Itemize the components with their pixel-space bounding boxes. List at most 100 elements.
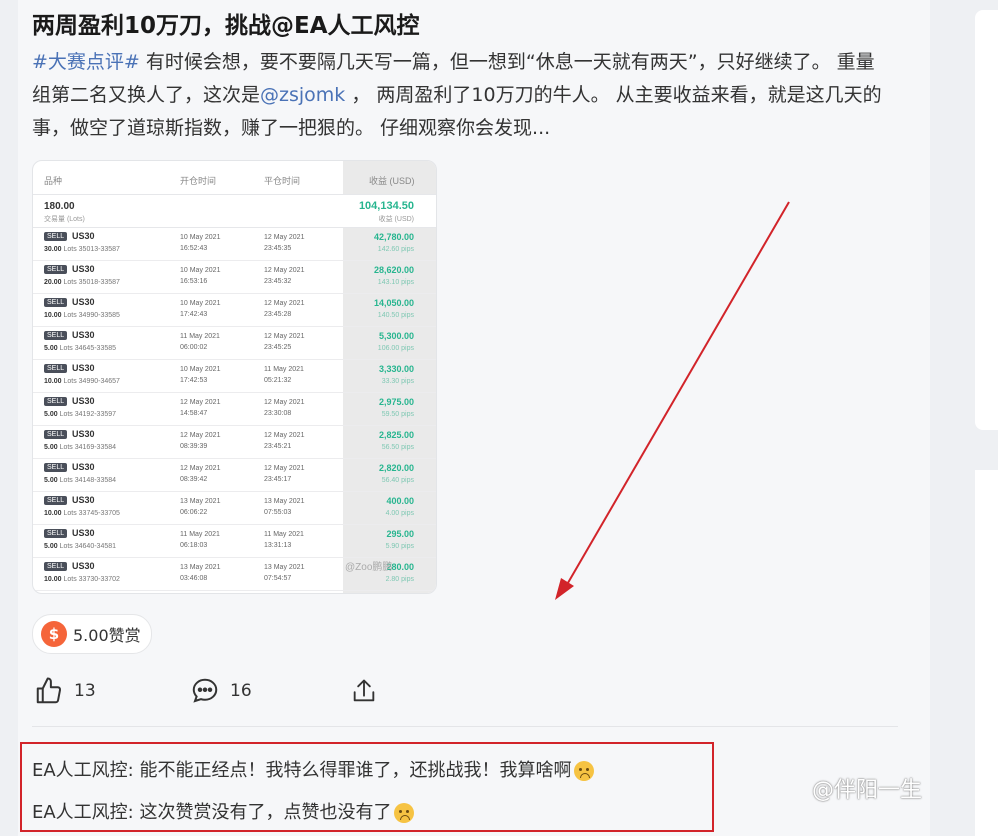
comment-item[interactable]: EA人工风控: 能不能正经点！我特么得罪谁了，还挑战我！我算啥啊	[32, 756, 594, 782]
pips-value: 33.30 pips	[381, 378, 414, 385]
pips-value: 142.60 pips	[377, 246, 414, 253]
lot-size: 20.00	[44, 279, 62, 286]
lot-range: Lots 34990-34657	[63, 378, 120, 385]
close-time: 23:45:28	[264, 311, 292, 318]
profit-value: 2,820.00	[378, 463, 414, 473]
open-time: 14:58:47	[180, 410, 208, 417]
open-time: 16:53:16	[180, 278, 208, 285]
pips-value: 5.90 pips	[385, 543, 414, 550]
symbol: US30	[72, 462, 95, 472]
side-badge: SELL	[44, 265, 68, 274]
mention-link[interactable]: @zsjomk	[260, 84, 345, 106]
lot-range: Lots 34169-33584	[59, 444, 117, 451]
table-summary-row: 180.00 交易量 (Lots) 104,134.50 收益 (USD)	[33, 194, 436, 228]
summary-profit: 104,134.50	[358, 200, 414, 212]
side-badge: SELL	[44, 298, 68, 307]
open-date: 13 May 2021	[180, 564, 221, 571]
side-badge: SELL	[44, 364, 68, 373]
lot-size: 5.00	[44, 477, 58, 484]
header-profit: 收益 (USD)	[369, 176, 415, 186]
close-date: 12 May 2021	[264, 234, 305, 241]
table-row: SELL US30 10.00 Lots 34990-33585 10 May 202…	[33, 293, 436, 327]
post-title[interactable]: 两周盈利10万刀，挑战@EA人工风控	[32, 6, 420, 40]
close-time: 23:45:35	[264, 245, 292, 252]
lots: 5.00 Lots 34640-34581	[44, 543, 116, 550]
close-date: 13 May 2021	[264, 564, 305, 571]
open-time: 06:18:03	[180, 542, 208, 549]
open-date: 12 May 2021	[180, 465, 221, 472]
close-date: 12 May 2021	[264, 267, 305, 274]
share-button[interactable]	[350, 676, 388, 706]
right-sidebar-panel-lower	[975, 470, 998, 836]
like-button[interactable]: 13	[34, 676, 96, 706]
side-badge: SELL	[44, 562, 68, 571]
table-row: SELL US30 5.00 Lots 34148-33584 12 May 2021…	[33, 458, 436, 492]
open-date: 12 May 2021	[180, 399, 221, 406]
lots: 20.00 Lots 35018-33587	[44, 279, 120, 286]
symbol: US30	[72, 363, 95, 373]
open-date: 11 May 2021	[180, 333, 220, 340]
open-time: 06:06:22	[180, 509, 208, 516]
side-badge: SELL	[44, 496, 68, 505]
comment-author[interactable]: EA人工风控:	[32, 760, 134, 781]
open-date: 12 May 2021	[180, 432, 221, 439]
pips-value: 59.50 pips	[381, 411, 414, 418]
pips-value: 56.40 pips	[381, 477, 414, 484]
sad-face-emoji-icon	[393, 803, 414, 823]
close-date: 13 May 2021	[264, 498, 305, 505]
symbol: US30	[72, 297, 95, 307]
page-watermark: @伴阳一生	[812, 778, 923, 803]
profit-value: 42,780.00	[373, 232, 414, 242]
symbol: US30	[72, 396, 95, 406]
lot-range: Lots 34192-33597	[59, 411, 117, 418]
close-time: 23:45:32	[264, 278, 292, 285]
thumbs-up-icon	[36, 677, 62, 704]
profit-value: 295.00	[386, 529, 414, 539]
close-time: 07:55:03	[264, 509, 292, 516]
profit-value: 400.00	[386, 496, 414, 506]
close-time: 23:45:25	[264, 344, 292, 351]
close-date: 12 May 2021	[264, 399, 305, 406]
lot-size: 5.00	[44, 444, 58, 451]
table-row: SELL US30 5.00 Lots 34169-33584 12 May 2021…	[33, 425, 436, 459]
lots: 5.00 Lots 34148-33584	[44, 477, 116, 484]
close-date: 12 May 2021	[264, 432, 305, 439]
profit-value: 2,825.00	[378, 430, 414, 440]
comment-button[interactable]: 16	[190, 676, 252, 706]
open-time: 08:39:39	[180, 443, 208, 450]
comment-author[interactable]: EA人工风控:	[32, 802, 134, 823]
lot-range: Lots 34148-33584	[59, 477, 117, 484]
open-time: 17:42:53	[180, 377, 208, 384]
side-badge: SELL	[44, 232, 68, 241]
lots: 5.00 Lots 34169-33584	[44, 444, 116, 451]
profit-value: 5,300.00	[378, 331, 414, 341]
symbol: US30	[72, 495, 95, 505]
open-date: 10 May 2021	[180, 300, 221, 307]
reward-button[interactable]: $ 5.00赞赏	[32, 614, 152, 654]
lots: 10.00 Lots 34990-33585	[44, 312, 120, 319]
share-icon	[353, 679, 375, 702]
profit-value: 14,050.00	[373, 298, 414, 308]
close-date: 12 May 2021	[264, 333, 305, 340]
close-date: 12 May 2021	[264, 300, 305, 307]
comment-bubble-icon	[192, 678, 218, 703]
table-row: SELL US30 30.00 Lots 35013-33587 10 May 202…	[33, 227, 436, 261]
lot-size: 30.00	[44, 246, 62, 253]
lot-size: 10.00	[44, 576, 62, 583]
symbol: US30	[72, 429, 95, 439]
hashtag-link[interactable]: #大赛点评#	[32, 51, 140, 73]
header-symbol: 品种	[44, 176, 63, 186]
header-open-time: 开仓时间	[180, 176, 217, 186]
like-count: 13	[74, 681, 96, 701]
lot-range: Lots 35018-33587	[63, 279, 120, 286]
divider	[32, 726, 898, 727]
pips-value: 143.10 pips	[377, 279, 414, 286]
lots: 5.00 Lots 34192-33597	[44, 411, 116, 418]
header-close-time: 平仓时间	[264, 176, 301, 186]
coin-icon: $	[41, 621, 67, 647]
close-time: 23:45:17	[264, 476, 292, 483]
profit-value: 2,975.00	[378, 397, 414, 407]
trades-screenshot-image[interactable]: 品种 开仓时间 平仓时间 收益 (USD) 180.00 交易量 (Lots) …	[32, 160, 437, 594]
comment-item[interactable]: EA人工风控: 这次赞赏没有了，点赞也没有了	[32, 798, 414, 824]
summary-profit-label: 收益 (USD)	[378, 216, 414, 223]
